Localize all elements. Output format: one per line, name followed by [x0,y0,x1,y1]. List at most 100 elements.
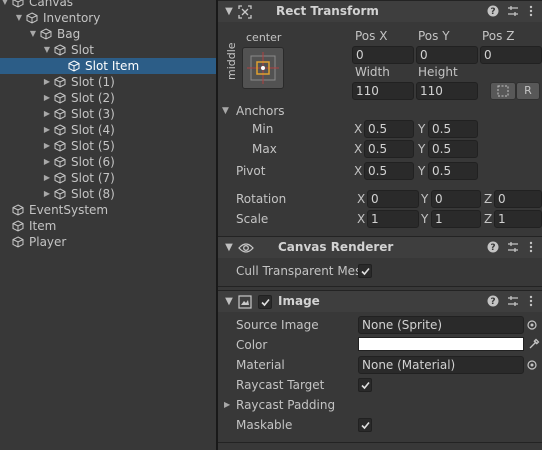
expand-arrow-icon[interactable]: ▼ [0,0,10,10]
hierarchy-item-slot[interactable]: ▼ Slot [0,42,216,58]
gameobject-icon [12,236,24,248]
axis-y-label: Y [421,212,429,226]
collapse-arrow-icon[interactable]: ▶ [42,170,52,186]
checkmark-icon [261,298,270,307]
foldout-arrow-icon[interactable]: ▼ [222,295,236,309]
more-menu-icon[interactable] [524,241,538,255]
rect-transform-icon [238,5,252,19]
hierarchy-item-slot-1[interactable]: ▶ Slot (1) [0,74,216,90]
color-swatch[interactable] [358,337,524,351]
color-label: Color [236,338,268,352]
gameobject-icon [54,124,66,136]
foldout-arrow-icon[interactable]: ▼ [222,5,236,19]
hierarchy-item-slot-item[interactable]: Slot Item [0,58,216,74]
scale-y-field[interactable]: 1 [431,210,481,228]
pivot-x-field[interactable]: 0.5 [364,162,414,180]
pos-y-field[interactable]: 0 [416,46,478,64]
anchor-max-y-field[interactable]: 0.5 [428,140,478,158]
image-enabled-checkbox[interactable] [258,295,272,309]
rotation-x-field[interactable]: 0 [367,190,419,208]
rotation-label: Rotation [236,192,287,206]
more-menu-icon[interactable] [524,5,538,19]
scale-x-field[interactable]: 1 [367,210,419,228]
component-title: Image [278,294,320,308]
hierarchy-item-slot-8[interactable]: ▶ Slot (8) [0,186,216,202]
object-picker-icon[interactable] [527,360,537,370]
axis-x-label: X [354,142,363,156]
hierarchy-label: Slot (1) [71,75,115,89]
expand-arrow-icon[interactable]: ▼ [28,26,38,42]
hierarchy-item-item[interactable]: Item [0,218,216,234]
presets-icon[interactable] [506,241,520,255]
pos-z-field[interactable]: 0 [480,46,542,64]
collapse-arrow-icon[interactable]: ▶ [42,186,52,202]
collapse-arrow-icon[interactable]: ▶ [42,122,52,138]
pos-x-field[interactable]: 0 [352,46,414,64]
blueprint-mode-button[interactable] [490,82,516,100]
hierarchy-item-player[interactable]: Player [0,234,216,250]
hierarchy-item-bag[interactable]: ▼ Bag [0,26,216,42]
anchor-preset-v-label: middle [225,42,238,80]
pivot-y-field[interactable]: 0.5 [428,162,478,180]
canvas-renderer-header[interactable]: ▼ Canvas Renderer ? [218,236,542,258]
anchor-preset-icon [247,52,279,84]
expand-arrow-icon[interactable]: ▼ [14,10,24,26]
anchor-preset-button[interactable] [242,47,284,89]
cull-transparent-checkbox[interactable] [358,264,372,278]
rotation-z-field[interactable]: 0 [494,190,542,208]
anchor-max-x-field[interactable]: 0.5 [364,140,414,158]
collapse-arrow-icon[interactable]: ▶ [42,138,52,154]
hierarchy-item-slot-3[interactable]: ▶ Slot (3) [0,106,216,122]
checkmark-icon [361,381,370,390]
source-image-field[interactable]: None (Sprite) [358,316,524,334]
help-icon[interactable]: ? [486,5,500,19]
pos-y-label: Pos Y [418,29,450,43]
height-field[interactable]: 110 [416,82,478,100]
collapse-arrow-icon[interactable]: ▶ [42,154,52,170]
object-picker-icon[interactable] [527,320,537,330]
hierarchy-item-inventory[interactable]: ▼ Inventory [0,10,216,26]
maskable-checkbox[interactable] [358,418,372,432]
hierarchy-item-slot-7[interactable]: ▶ Slot (7) [0,170,216,186]
rect-transform-header[interactable]: ▼ Rect Transform ? [218,0,542,22]
eyedropper-icon[interactable] [528,338,540,350]
collapse-arrow-icon[interactable]: ▶ [42,74,52,90]
hierarchy-label: Slot (6) [71,155,115,169]
hierarchy-item-eventsystem[interactable]: EventSystem [0,202,216,218]
hierarchy-item-slot-4[interactable]: ▶ Slot (4) [0,122,216,138]
hierarchy-label: Slot Item [85,59,140,73]
hierarchy-item-slot-6[interactable]: ▶ Slot (6) [0,154,216,170]
hierarchy-item-slot-5[interactable]: ▶ Slot (5) [0,138,216,154]
image-header[interactable]: ▼ Image ? [218,290,542,312]
width-field[interactable]: 110 [352,82,414,100]
hierarchy-label: Canvas [29,0,74,9]
help-icon[interactable]: ? [486,241,500,255]
more-menu-icon[interactable] [524,295,538,309]
help-icon[interactable]: ? [486,295,500,309]
axis-x-label: X [354,122,363,136]
presets-icon[interactable] [506,5,520,19]
gameobject-icon [40,28,52,40]
anchor-min-label: Min [252,122,274,136]
material-field[interactable]: None (Material) [358,356,524,374]
raw-edit-button[interactable]: R [516,82,540,100]
rotation-y-field[interactable]: 0 [431,190,481,208]
hierarchy-item-canvas[interactable]: ▼ Canvas [0,0,216,10]
collapse-arrow-icon[interactable]: ▶ [42,90,52,106]
collapse-arrow-icon[interactable]: ▶ [42,106,52,122]
blueprint-icon [497,85,509,97]
anchors-foldout-icon[interactable]: ▼ [222,106,229,116]
raycast-target-checkbox[interactable] [358,378,372,392]
anchor-min-x-field[interactable]: 0.5 [364,120,414,138]
anchor-min-y-field[interactable]: 0.5 [428,120,478,138]
raycast-padding-foldout-icon[interactable]: ▶ [224,400,230,409]
material-label: Material [236,358,285,372]
scale-z-field[interactable]: 1 [494,210,542,228]
foldout-arrow-icon[interactable]: ▼ [222,241,236,255]
hierarchy-item-slot-2[interactable]: ▶ Slot (2) [0,90,216,106]
presets-icon[interactable] [506,295,520,309]
expand-arrow-icon[interactable]: ▼ [42,42,52,58]
raycast-padding-label: Raycast Padding [236,398,336,412]
anchor-preset-h-label: center [246,31,282,44]
axis-z-label: Z [484,212,493,226]
